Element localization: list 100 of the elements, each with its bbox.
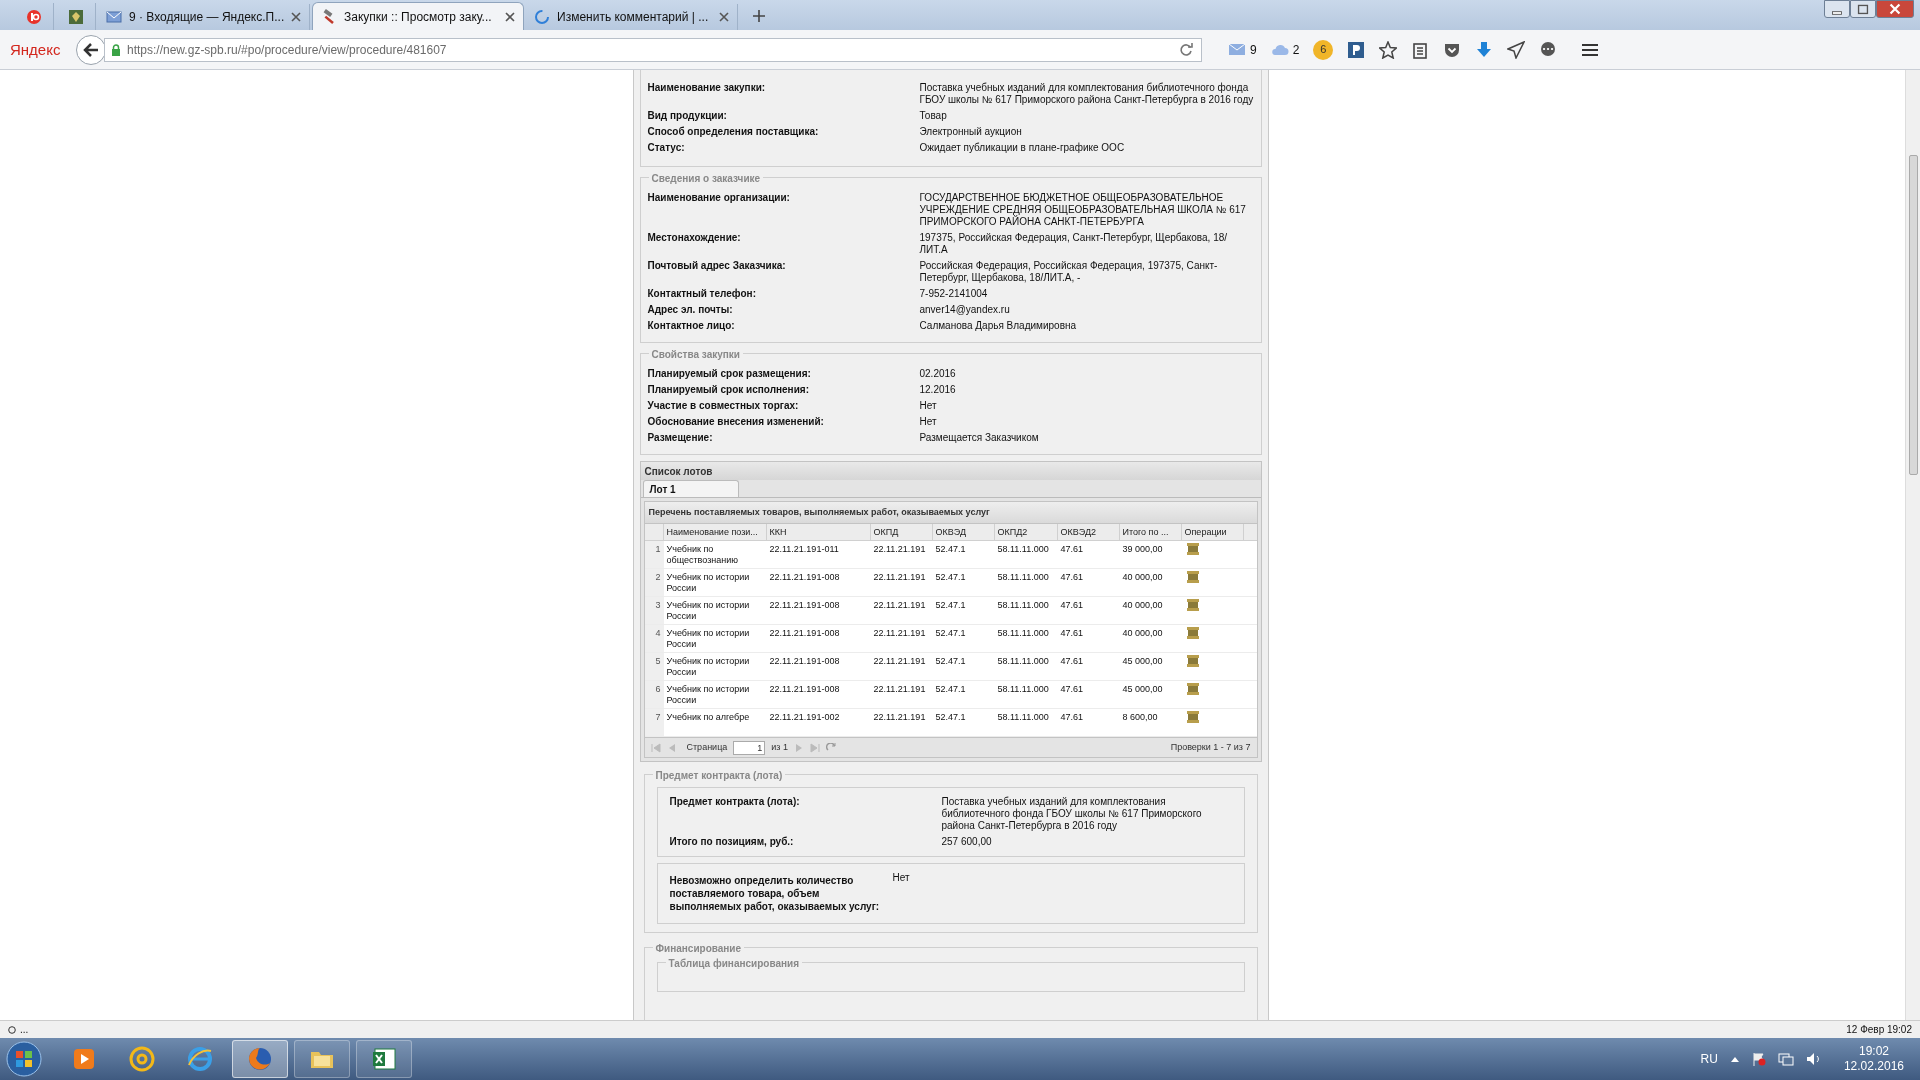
back-arrow-icon: [83, 42, 99, 57]
column-header[interactable]: ОКВЭД: [932, 524, 995, 540]
table-cell-text: 58.11.11.000: [997, 544, 1050, 555]
paper-plane-icon[interactable]: [1507, 40, 1526, 59]
field-value: Поставка учебных изданий для комплектования библиотечного фонда ГБОУ школы № 617 Приморского района Санкт-Петербурга в 2016 году: [919, 82, 1254, 106]
field-label: Адрес эл. почты:: [647, 304, 734, 316]
back-button[interactable]: [76, 34, 106, 65]
field-value: Салманова Дарья Владимировна: [919, 320, 1078, 332]
field-label: Участие в совместных торгах:: [647, 400, 800, 412]
minimize-icon[interactable]: [1824, 0, 1850, 18]
coin-badge[interactable]: 6: [1313, 39, 1334, 60]
column-header[interactable]: ОКПД2: [994, 524, 1058, 540]
table-cell-text: 22.11.21.191-008: [769, 628, 841, 639]
field-value: Российская Федерация, Российская Федерация, 197375, Санкт-Петербург, Щербакова, 18/ЛИТ.А, -: [919, 260, 1219, 284]
field-label: Планируемый срок размещения:: [647, 368, 812, 380]
chat-icon[interactable]: [1539, 40, 1558, 59]
close-icon[interactable]: [291, 12, 301, 22]
table-cell-text: Учебник по истории России: [666, 572, 751, 594]
browser-e-icon[interactable]: [186, 1045, 214, 1073]
row-number: 2: [644, 569, 664, 596]
clipboard-icon[interactable]: [1411, 40, 1430, 59]
column-header[interactable]: ОКВЭД2: [1057, 524, 1120, 540]
table-cell-text: 52.47.1: [935, 656, 967, 667]
address-bar[interactable]: https://new.gz-spb.ru/#po/procedure/view/procedure/481607: [104, 37, 1202, 62]
scroll-icon[interactable]: [1185, 655, 1200, 667]
table-cell-text: 22.11.21.191: [873, 572, 927, 583]
column-header[interactable]: ККН: [766, 524, 871, 540]
column-header[interactable]: Наименование пози...: [663, 524, 767, 540]
page-input[interactable]: 1: [733, 740, 766, 755]
browser-logo[interactable]: Яндекс: [10, 39, 66, 60]
maximize-icon[interactable]: [1850, 0, 1876, 18]
fieldset-legend: Таблица финансирования: [665, 956, 803, 971]
refresh-icon[interactable]: [825, 742, 836, 753]
spreadsheet-icon[interactable]: [370, 1045, 398, 1073]
table-cell-text: 47.61: [1060, 572, 1085, 583]
table-cell-text: 22.11.21.191: [873, 544, 927, 555]
scroll-icon[interactable]: [1185, 711, 1200, 723]
column-header[interactable]: Операции: [1181, 524, 1244, 540]
url-text: https://new.gz-spb.ru/#po/procedure/view/procedure/481607: [127, 41, 448, 59]
scroll-icon[interactable]: [1185, 571, 1200, 583]
flag-icon[interactable]: [1751, 1052, 1766, 1066]
table-cell-text: 45 000,00: [1122, 684, 1164, 695]
table-cell-text: Учебник по истории России: [666, 600, 751, 622]
table-cell-text: 47.61: [1060, 600, 1085, 611]
table-cell-text: Учебник по обществознанию: [666, 544, 740, 566]
close-icon[interactable]: [719, 12, 729, 22]
field-value: Нет: [919, 416, 938, 428]
table-cell-text: 40 000,00: [1122, 600, 1164, 611]
table-cell-text: 40 000,00: [1122, 572, 1164, 583]
table-cell-text: 22.11.21.191: [873, 712, 927, 723]
column-header[interactable]: ОКПД: [870, 524, 933, 540]
table-cell-text: 58.11.11.000: [997, 684, 1050, 695]
fieldset-legend: Сведения о заказчике: [648, 171, 764, 186]
lot-tab[interactable]: Лот 1: [642, 480, 739, 497]
table-cell-text: Учебник по истории России: [666, 684, 751, 706]
network-icon[interactable]: [1777, 1052, 1794, 1066]
new-tab-icon[interactable]: [752, 9, 766, 23]
scroll-icon[interactable]: [1185, 543, 1200, 555]
start-button-icon[interactable]: [6, 1041, 42, 1077]
table-cell-text: 58.11.11.000: [997, 712, 1050, 723]
table-cell-text: 22.11.21.191-008: [769, 656, 841, 667]
scroll-icon[interactable]: [1185, 627, 1200, 639]
yandex-logo-icon: [25, 8, 42, 25]
table-cell-text: 22.11.21.191: [873, 684, 927, 695]
field-label: Статус:: [647, 142, 686, 154]
field-label: Контактный телефон:: [647, 288, 757, 300]
page-count: из 1: [771, 740, 788, 754]
star-icon[interactable]: [1379, 40, 1398, 59]
browser-tab[interactable]: Закупки :: Просмотр заку...: [312, 2, 524, 30]
table-cell-text: 47.61: [1060, 628, 1085, 639]
table-cell-text: 52.47.1: [935, 600, 967, 611]
fieldset-legend: Предмет контракта (лота): [652, 768, 786, 783]
clock-time[interactable]: 19:02: [1858, 1044, 1889, 1059]
field-label: Обоснование внесения изменений:: [647, 416, 825, 428]
close-icon[interactable]: [1876, 0, 1914, 18]
table-cell-text: 40 000,00: [1122, 628, 1164, 639]
scroll-icon[interactable]: [1185, 683, 1200, 695]
table-cell-text: 47.61: [1060, 656, 1085, 667]
table-cell-text: 22.11.21.191-008: [769, 572, 841, 583]
column-header[interactable]: Итого по ...: [1119, 524, 1182, 540]
table-cell-text: Учебник по истории России: [666, 656, 751, 678]
field-label: Почтовый адрес Заказчика:: [647, 260, 787, 273]
language-indicator[interactable]: RU: [1700, 1050, 1718, 1068]
table-cell-text: 22.11.21.191: [873, 628, 927, 639]
table-cell-text: 52.47.1: [935, 712, 967, 723]
close-icon[interactable]: [505, 11, 515, 22]
reload-icon[interactable]: [1179, 42, 1193, 57]
volume-icon[interactable]: [1805, 1052, 1822, 1066]
grid-title: Перечень поставляемых товаров, выполняемых работ, оказываемых услуг: [644, 502, 1257, 524]
download-icon[interactable]: [1475, 40, 1494, 59]
field-value: 197375, Российская Федерация, Санкт-Петербург, Щербакова, 18/ЛИТ.А: [919, 232, 1229, 256]
pager-label: Страница: [686, 740, 728, 754]
p-square-icon[interactable]: [1347, 40, 1366, 59]
scrollbar-thumb[interactable]: [1909, 155, 1918, 475]
clock-date[interactable]: 12.02.2016: [1843, 1059, 1904, 1074]
field-value: 12.2016: [919, 384, 957, 396]
field-label: Местонахождение:: [647, 232, 742, 245]
scroll-icon[interactable]: [1185, 599, 1200, 611]
field-value: Размещается Заказчиком: [919, 432, 1040, 444]
tray-arrow-icon[interactable]: [1729, 1055, 1740, 1063]
